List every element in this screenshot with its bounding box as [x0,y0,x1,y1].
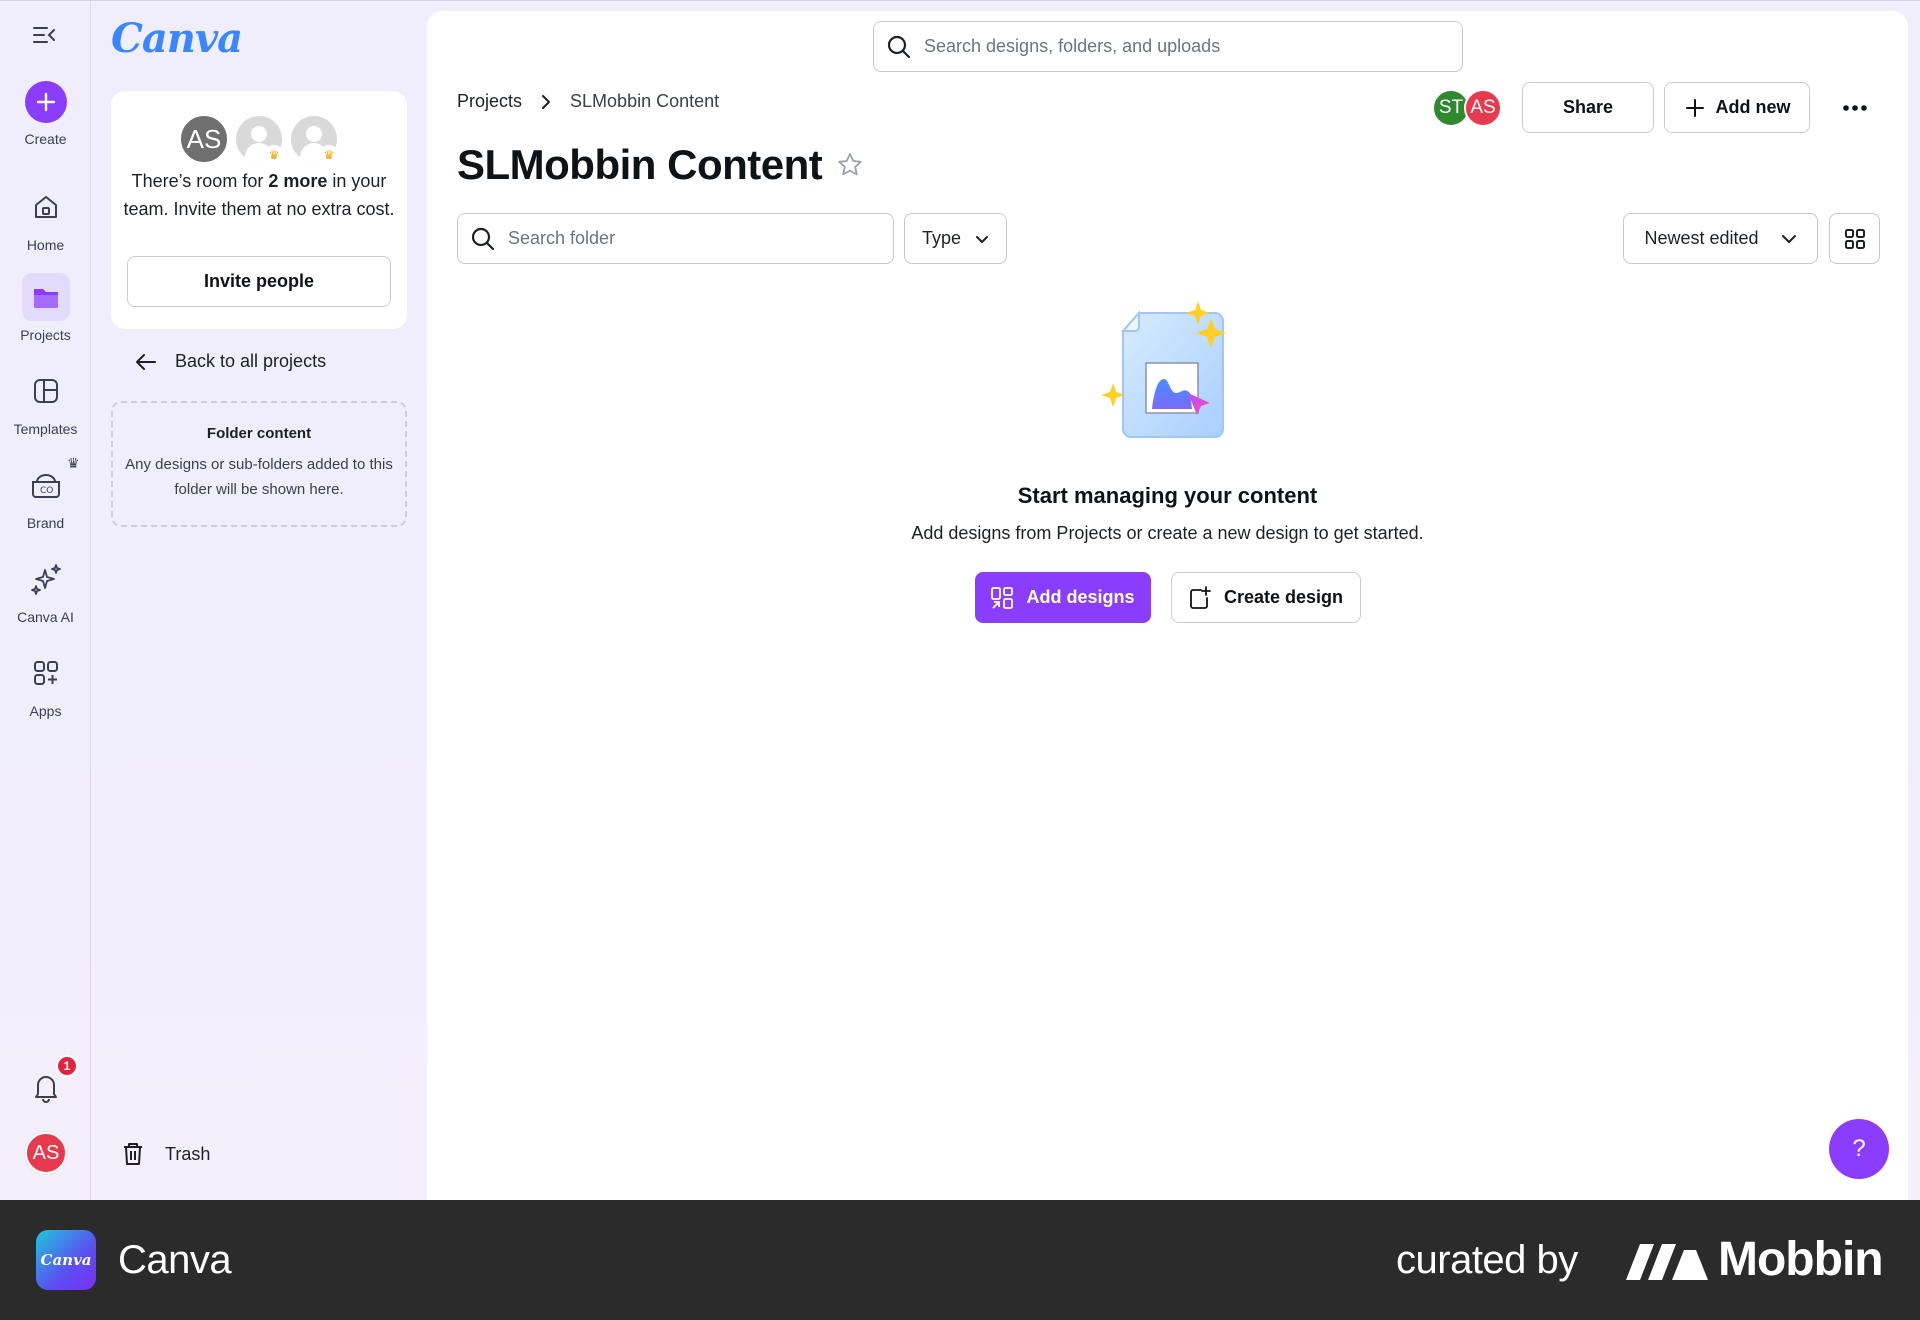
rail-label-home: Home [26,237,65,253]
trash-icon [124,1143,142,1165]
breadcrumb-projects[interactable]: Projects [457,91,522,112]
team-text-before: There’s room for [131,171,269,191]
rail-label-brand: Brand [26,515,65,531]
home-icon [22,183,70,231]
folder-search-input[interactable]: Search folder [457,213,894,264]
folder-content-dropzone: Folder content Any designs or sub-folder… [111,401,407,527]
footer-brand: Mobbin [1718,1233,1884,1286]
sparkles-icon [22,555,70,603]
team-invite-card: AS ♛ ♛ There’s room for 2 more in your t… [111,91,407,329]
search-icon [887,35,911,58]
collapse-menu-icon[interactable] [30,23,62,51]
add-designs-button[interactable]: Add designs [974,572,1151,623]
projects-side-panel: Canva AS ♛ ♛ There’s room for 2 more in … [91,1,427,1201]
team-avatars: AS ♛ ♛ [178,113,348,165]
rail-item-apps[interactable]: Apps [0,649,91,719]
rail-item-brand[interactable]: CO ♛ Brand [0,455,91,531]
add-new-button[interactable]: Add new [1664,82,1810,133]
back-label: Back to all projects [175,351,327,371]
plus-icon [1685,98,1704,117]
team-text-count: 2 more [268,171,328,191]
folder-content-description: Any designs or sub-folders added to this… [125,456,393,498]
user-avatar[interactable]: AS [25,1132,67,1174]
rail-item-create[interactable]: Create [0,81,91,147]
grid-view-icon [1844,228,1865,249]
trash-link[interactable]: Trash [121,1141,210,1167]
share-button[interactable]: Share [1522,82,1654,133]
folder-title: SLMobbin Content [457,141,823,188]
page-title: SLMobbin Content [457,141,864,189]
rail-item-home[interactable]: Home [0,183,91,253]
rail-label-templates: Templates [13,421,78,437]
templates-icon [22,367,70,415]
crown-icon: ♛ [319,145,339,165]
global-search-placeholder: Search designs, folders, and uploads [924,36,1221,56]
rail-item-canva-ai[interactable]: Canva AI [0,555,91,625]
mobbin-footer: Canva Canva curated by Mobbin [0,1200,1920,1320]
search-icon [471,227,495,250]
brand-icon: CO ♛ [22,455,80,509]
header-actions: ST AS Share Add new [1432,82,1880,133]
chevron-down-icon [1781,234,1796,243]
breadcrumb: Projects SLMobbin Content [457,91,719,112]
mobbin-logo: Mobbin [1626,1232,1884,1287]
create-design-label: Create design [1223,587,1344,607]
folder-search-placeholder: Search folder [508,228,616,248]
rail-item-notifications[interactable]: 1 [0,1055,91,1117]
footer-app-name: Canva [118,1238,232,1282]
empty-state-illustration [1093,293,1243,463]
create-design-button[interactable]: Create design [1170,572,1361,623]
canva-app: Create Home Projects Templates CO ♛ Bran… [0,0,1920,1201]
collaborator-avatar[interactable]: AS [1464,88,1502,127]
rail-label-apps: Apps [29,703,62,719]
canva-app-icon: Canva [36,1230,96,1290]
folder-icon [21,273,70,321]
empty-state-actions: Add designs Create design [427,572,1908,623]
more-options-icon[interactable] [1830,83,1880,133]
apps-icon [22,649,70,697]
empty-state-subtitle: Add designs from Projects or create a ne… [911,523,1424,543]
empty-state: Start managing your content Add designs … [427,293,1908,623]
back-to-projects-link[interactable]: Back to all projects [135,351,326,372]
breadcrumb-current: SLMobbin Content [570,91,720,111]
chevron-right-icon [542,94,551,109]
add-designs-icon [991,586,1014,609]
team-invite-message: There’s room for 2 more in your team. In… [123,167,395,223]
grid-view-toggle[interactable] [1829,213,1880,264]
rail-label-projects: Projects [20,327,71,343]
rail-item-projects[interactable]: Projects [0,273,91,343]
canva-logo[interactable]: Canva [111,15,243,62]
add-new-label: Add new [1715,97,1791,117]
sort-label: Newest edited [1644,228,1759,248]
invite-people-button[interactable]: Invite people [127,256,391,307]
add-designs-label: Add designs [1026,587,1135,607]
mobbin-mark-icon [1626,1243,1708,1280]
rail-label-canva-ai: Canva AI [17,609,74,625]
folder-content-title: Folder content [206,425,312,442]
team-avatar: AS [178,113,230,165]
nav-rail: Create Home Projects Templates CO ♛ Bran… [0,1,91,1201]
create-design-icon [1190,585,1211,609]
rail-item-templates[interactable]: Templates [0,367,91,437]
footer-curated-by: curated by [1396,1238,1578,1282]
type-filter-label: Type [921,228,962,248]
plus-icon [24,81,67,123]
svg-text:CO: CO [40,486,53,496]
crown-icon: ♛ [264,145,284,165]
type-filter-dropdown[interactable]: Type [904,213,1007,264]
star-icon[interactable] [836,151,864,179]
arrow-left-icon [136,353,156,370]
sort-dropdown[interactable]: Newest edited [1623,213,1818,264]
chevron-down-icon [976,235,989,243]
empty-state-title: Start managing your content [1017,483,1318,508]
notification-badge: 1 [56,1055,78,1077]
global-search-input[interactable]: Search designs, folders, and uploads [873,21,1463,72]
help-button[interactable]: ? [1829,1119,1889,1179]
main-content: Search designs, folders, and uploads Pro… [427,11,1908,1201]
rail-label-create: Create [24,131,67,147]
crown-icon: ♛ [66,455,80,471]
trash-label: Trash [165,1143,211,1164]
